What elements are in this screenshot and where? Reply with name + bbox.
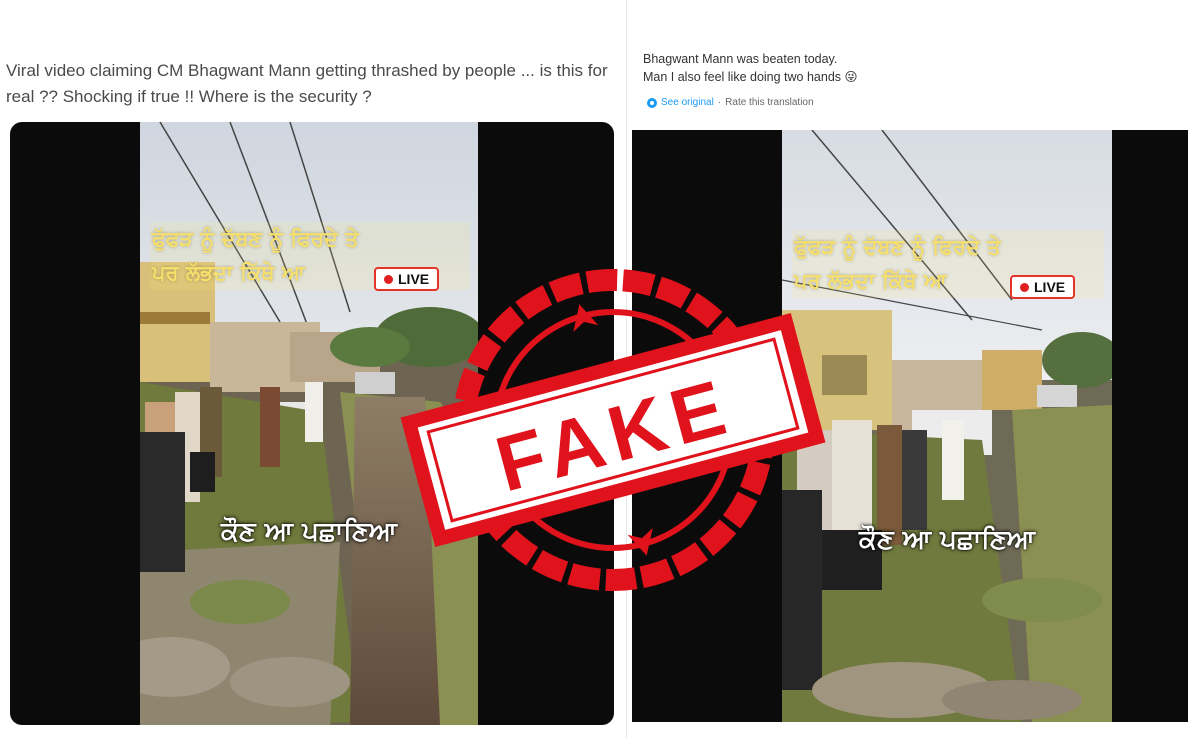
right-post-line-2: Man I also feel like doing two hands 😜	[643, 70, 858, 84]
rate-translation-link[interactable]: Rate this translation	[725, 97, 813, 108]
live-dot-icon	[1020, 282, 1029, 292]
right-post-line-1: Bhagwant Mann was beaten today.	[643, 52, 838, 66]
video-caption: ਕੌਣ ਆ ਪਛਾਣਿਆ	[859, 525, 1035, 555]
left-post-text: Viral video claiming CM Bhagwant Mann ge…	[6, 61, 608, 106]
fake-stamp-icon: FAKE	[400, 269, 826, 591]
live-label: LIVE	[1034, 279, 1066, 295]
overlay-line-1: ਫੁੱਫੜ ਨੂੰ ਦੱਬਣ ਨੂੰ ਫਿਰਦੇ ਤੇ	[792, 230, 1104, 264]
live-dot-icon	[384, 274, 393, 284]
right-post-text: Bhagwant Mann was beaten today. Man I al…	[643, 50, 1183, 86]
translate-icon	[647, 97, 657, 108]
live-badge: LIVE	[1010, 275, 1076, 299]
translation-row: See original · Rate this translation	[647, 97, 814, 108]
separator: ·	[717, 97, 722, 108]
street-scene-image	[782, 130, 1112, 722]
right-video-frame: ਫੁੱਫੜ ਨੂੰ ਦੱਬਣ ਨੂੰ ਫਿਰਦੇ ਤੇ ਪਰ ਲੱਭਦਾ ਕਿੱ…	[782, 130, 1112, 722]
see-original-link[interactable]: See original	[661, 97, 714, 108]
